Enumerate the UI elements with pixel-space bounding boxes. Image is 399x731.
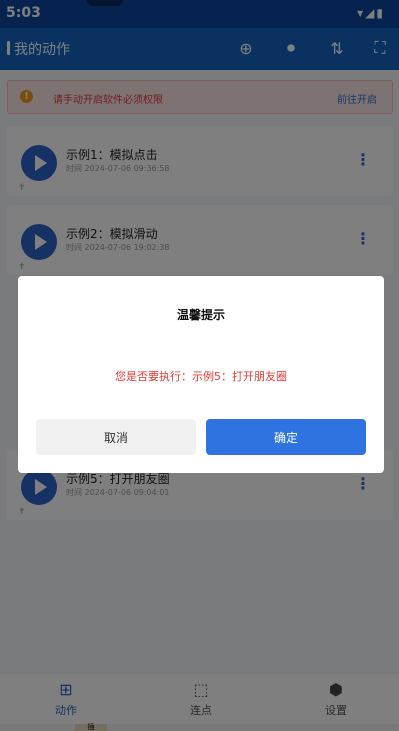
confirm-dialog: 温馨提示 您是否要执行：示例5：打开朋友圈 取消 确定 — [18, 276, 384, 473]
cancel-button[interactable]: 取消 — [36, 419, 196, 455]
confirm-button[interactable]: 确定 — [206, 419, 366, 455]
dialog-title: 温馨提示 — [176, 308, 225, 322]
dialog-message: 您是否要执行：示例5：打开朋友圈 — [115, 370, 287, 383]
